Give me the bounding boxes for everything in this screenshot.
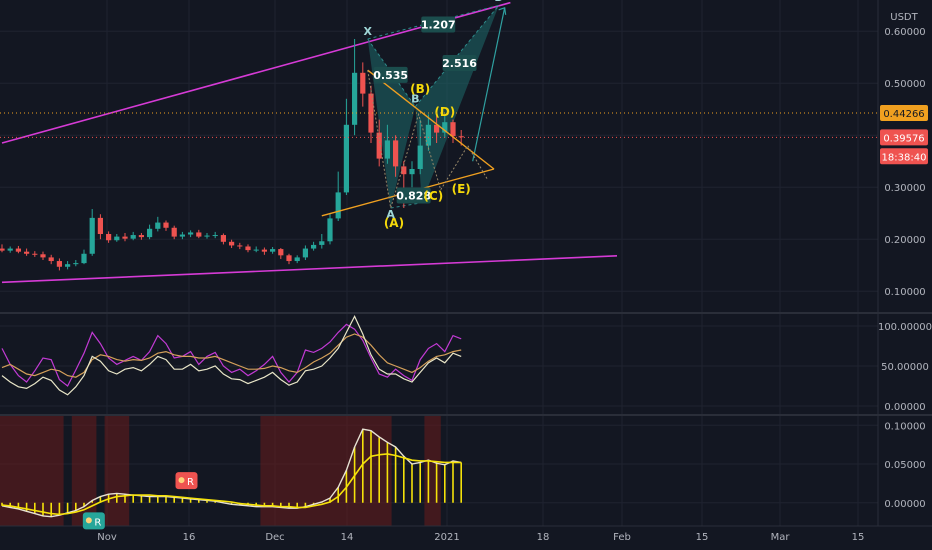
candle-body bbox=[40, 254, 46, 258]
candle-body bbox=[122, 236, 128, 239]
harmonic-point-label: X bbox=[363, 25, 372, 38]
time-tick-label: Feb bbox=[613, 532, 631, 543]
time-tick-label: Mar bbox=[771, 532, 791, 543]
candle-body bbox=[89, 217, 95, 254]
oscillator-tick-label: 100.00000 bbox=[878, 322, 932, 333]
trading-chart[interactable]: RR XABCD1.2070.5352.5160.828(A)(B)(C)(D)… bbox=[0, 0, 932, 550]
candle-body bbox=[73, 263, 79, 265]
candle-body bbox=[450, 122, 456, 137]
candle-body bbox=[286, 255, 292, 262]
candle-body bbox=[65, 264, 71, 267]
signal-badge-icon bbox=[178, 477, 185, 484]
time-tick-label: Dec bbox=[265, 532, 284, 543]
bearish-zone bbox=[424, 416, 441, 526]
candle-body bbox=[15, 248, 21, 252]
candle-body bbox=[97, 217, 103, 234]
candle-body bbox=[204, 235, 210, 237]
candle-body bbox=[130, 235, 136, 239]
candle-body bbox=[302, 248, 308, 258]
candle-body bbox=[188, 232, 194, 235]
candle-body bbox=[311, 244, 317, 249]
candle-body bbox=[48, 257, 54, 262]
price-tag-label: 0.44266 bbox=[883, 109, 924, 120]
candle-body bbox=[24, 251, 30, 254]
candle-body bbox=[163, 222, 169, 228]
time-tick-label: Nov bbox=[97, 532, 117, 543]
candle-body bbox=[384, 140, 390, 159]
candle-body bbox=[56, 261, 62, 267]
price-tick-label: 0.50000 bbox=[884, 79, 925, 90]
candle-body bbox=[343, 124, 349, 193]
time-tick-label: 14 bbox=[341, 532, 354, 543]
wave-label: (B) bbox=[410, 82, 430, 96]
candle-body bbox=[220, 235, 226, 242]
candle-body bbox=[335, 192, 341, 219]
quote-currency-label: USDT bbox=[890, 12, 918, 23]
candle-body bbox=[261, 249, 267, 252]
price-tick-label: 0.10000 bbox=[884, 287, 925, 298]
candle-body bbox=[319, 241, 325, 245]
macd-tick-label: 0.10000 bbox=[884, 421, 925, 432]
candle-body bbox=[114, 236, 120, 241]
candle-body bbox=[253, 249, 259, 251]
macd-tick-label: 0.05000 bbox=[884, 460, 925, 471]
candle-body bbox=[294, 257, 300, 262]
ratio-label: 2.516 bbox=[442, 57, 477, 70]
candle-body bbox=[7, 248, 13, 251]
candle-body bbox=[393, 140, 399, 167]
candle-body bbox=[352, 72, 358, 125]
wave-label: (D) bbox=[434, 105, 455, 119]
oscillator-tick-label: 0.00000 bbox=[884, 402, 925, 413]
candle-body bbox=[270, 249, 276, 252]
candle-body bbox=[360, 72, 366, 94]
candle-body bbox=[237, 245, 243, 247]
signal-badge-icon bbox=[85, 517, 92, 524]
time-tick-label: 16 bbox=[183, 532, 196, 543]
bearish-zone bbox=[260, 416, 392, 526]
signal-badge-label: R bbox=[94, 517, 101, 528]
oscillator-tick-label: 50.00000 bbox=[881, 362, 929, 373]
price-tag-label: 18:38:40 bbox=[882, 152, 927, 163]
wave-label: (E) bbox=[452, 182, 471, 196]
candle-body bbox=[138, 235, 144, 238]
wave-label: (C) bbox=[423, 189, 443, 203]
candle-body bbox=[32, 253, 38, 255]
candle-body bbox=[409, 169, 415, 175]
candle-body bbox=[401, 166, 407, 175]
candle-body bbox=[106, 234, 112, 241]
harmonic-point-label: D bbox=[494, 0, 503, 4]
bearish-zone bbox=[104, 416, 130, 526]
candle-body bbox=[0, 248, 5, 251]
signal-badge-label: R bbox=[187, 477, 194, 488]
candle-body bbox=[179, 234, 185, 237]
candle-body bbox=[376, 132, 382, 159]
candle-body bbox=[81, 253, 87, 264]
time-tick-label: 15 bbox=[696, 532, 709, 543]
time-tick-label: 2021 bbox=[434, 532, 459, 543]
candle-body bbox=[245, 246, 251, 251]
candle-body bbox=[147, 228, 153, 238]
candle-body bbox=[278, 249, 284, 256]
candle-body bbox=[171, 227, 177, 237]
macd-tick-label: 0.00000 bbox=[884, 499, 925, 510]
price-tick-label: 0.60000 bbox=[884, 27, 925, 38]
candle-body bbox=[155, 222, 161, 229]
candle-body bbox=[229, 241, 235, 246]
ratio-label: 0.535 bbox=[373, 69, 408, 82]
price-tick-label: 0.30000 bbox=[884, 183, 925, 194]
price-tick-label: 0.20000 bbox=[884, 235, 925, 246]
candle-body bbox=[196, 232, 202, 237]
ratio-label: 1.207 bbox=[421, 18, 456, 31]
wave-label: (A) bbox=[384, 216, 404, 230]
candle-body bbox=[327, 218, 333, 242]
time-tick-label: 15 bbox=[852, 532, 865, 543]
price-tag-label: 0.39576 bbox=[883, 133, 924, 144]
candle-body bbox=[425, 124, 431, 146]
candle-body bbox=[458, 136, 464, 138]
candle-body bbox=[212, 235, 218, 237]
time-tick-label: 18 bbox=[537, 532, 550, 543]
candle-body bbox=[417, 145, 423, 169]
